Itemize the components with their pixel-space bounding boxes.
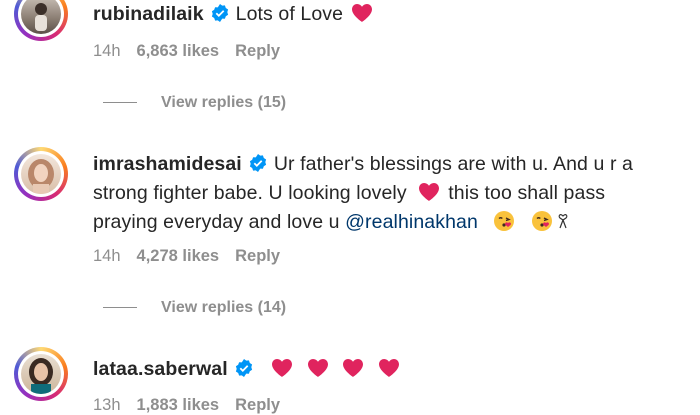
comment-text: Lots of Love xyxy=(235,3,344,25)
comment-meta: 14h 4,278 likes Reply xyxy=(93,247,296,266)
view-replies-button[interactable]: View replies (15) xyxy=(103,94,286,112)
divider-line xyxy=(103,307,137,309)
verified-badge-icon xyxy=(235,359,252,377)
comment-text-line: strong fighter babe. U looking lovely xyxy=(93,182,407,204)
comment-text-line: this too shall pass xyxy=(448,182,606,204)
username[interactable]: lataa.saberwal xyxy=(93,358,228,380)
red-heart-icon xyxy=(343,359,364,377)
avatar[interactable] xyxy=(14,347,68,401)
view-replies-button[interactable]: View replies (14) xyxy=(103,299,286,317)
comment-text-line: praying everyday and love u xyxy=(93,211,340,233)
red-heart-icon xyxy=(307,359,328,377)
red-heart-icon xyxy=(272,359,293,377)
reply-button[interactable]: Reply xyxy=(235,247,280,265)
likes-count[interactable]: 6,863 likes xyxy=(137,42,220,60)
mention-link[interactable]: @realhinakhan xyxy=(345,211,478,233)
username[interactable]: rubinadilaik xyxy=(93,3,204,25)
reply-button[interactable]: Reply xyxy=(235,42,280,60)
view-replies-label: View replies (15) xyxy=(161,94,287,111)
red-heart-icon xyxy=(419,183,440,201)
verified-badge-icon xyxy=(211,4,228,22)
comment-time: 14h xyxy=(93,247,121,265)
red-heart-icon xyxy=(351,4,372,22)
reply-button[interactable]: Reply xyxy=(235,396,280,414)
likes-count[interactable]: 4,278 likes xyxy=(137,247,220,265)
avatar[interactable] xyxy=(14,147,68,201)
face-blowing-kiss-icon xyxy=(494,211,515,231)
comment-text-line: Ur father's blessings are with u. And u … xyxy=(273,153,634,175)
view-replies-label: View replies (14) xyxy=(161,299,287,316)
face-blowing-kiss-icon xyxy=(531,211,552,231)
avatar[interactable] xyxy=(14,0,68,41)
comment-time: 13h xyxy=(93,396,121,414)
verified-badge-icon xyxy=(249,154,266,172)
comment-time: 14h xyxy=(93,42,121,60)
comment-body: lataa.saberwal xyxy=(93,355,402,384)
divider-line xyxy=(103,102,137,104)
comment-meta: 14h 6,863 likes Reply xyxy=(93,42,296,61)
likes-count[interactable]: 1,883 likes xyxy=(137,396,220,414)
username[interactable]: imrashamidesai xyxy=(93,153,242,175)
comment-body: imrashamidesai Ur father's blessings are … xyxy=(93,150,673,237)
comment-body: rubinadilaik Lots of Love xyxy=(93,0,375,29)
red-heart-icon xyxy=(378,359,399,377)
ribbon-icon xyxy=(558,214,568,229)
